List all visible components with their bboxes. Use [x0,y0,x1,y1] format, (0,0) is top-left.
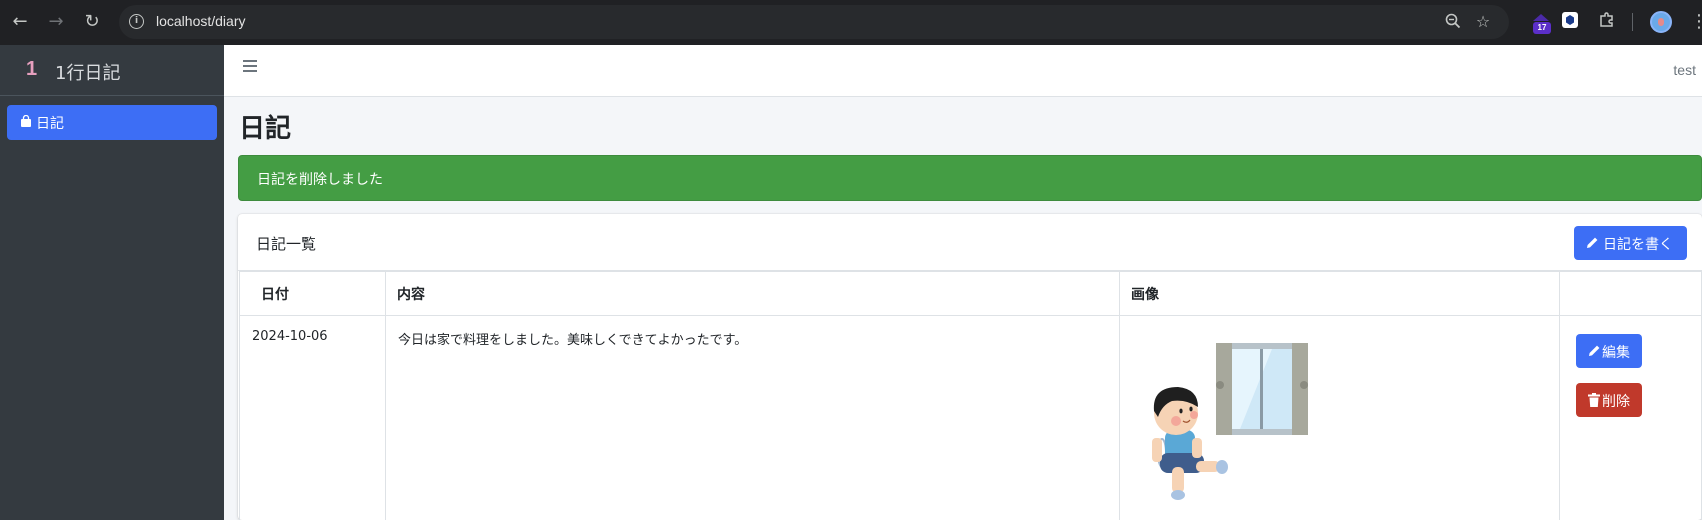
bookmark-star-icon[interactable]: ☆ [1474,13,1492,31]
diary-date: 2024-10-06 [239,315,386,520]
write-diary-button[interactable]: 日記を書く [1574,226,1687,260]
table-header-row: 日付 内容 画像 [239,271,1702,316]
alert-message: 日記を削除しました [257,172,383,188]
column-header-actions [1559,271,1702,316]
sidebar-item-diary[interactable]: 日記 [7,105,217,140]
edit-button[interactable]: 編集 [1576,334,1642,368]
success-alert: 日記を削除しました [238,155,1702,201]
diary-content: 今日は家で料理をしました。美味しくできてよかったです。 [385,315,1120,520]
extensions-puzzle-icon[interactable] [1598,11,1618,31]
sidebar-item-label: 日記 [36,116,64,132]
user-name[interactable]: test [1673,62,1696,78]
delete-label: 削除 [1602,394,1630,410]
forward-arrow-icon[interactable]: → [44,10,68,34]
address-bar[interactable]: i localhost/diary ☆ [119,5,1509,39]
pencil-icon [1587,237,1598,248]
boy-by-window-illustration [1152,343,1308,500]
brand-text: 1行日記 [55,63,121,84]
diary-table: 日付 内容 画像 2024-10-06 今日は家で料理をしました。美味しくできて… [239,271,1702,520]
column-header-content: 内容 [385,271,1120,316]
column-header-image: 画像 [1119,271,1560,316]
top-navbar: test [224,45,1702,97]
url-text[interactable]: localhost/diary [156,13,246,29]
diary-list-card: 日記一覧 日記を書く 日付 内容 画像 2024-10-06 今日は家で料理をし… [238,214,1702,520]
reload-icon[interactable]: ↻ [80,10,104,34]
extension-badge: 17 [1533,22,1551,34]
brand-link[interactable]: 1 1行日記 [0,45,224,96]
edit-label: 編集 [1602,345,1630,361]
zoom-icon[interactable] [1444,13,1462,31]
diary-image-cell [1119,315,1560,520]
card-title: 日記一覧 [256,235,317,253]
browser-toolbar: ← → ↻ i localhost/diary ☆ 17 ⋮ [0,0,1702,45]
column-header-date: 日付 [239,271,386,316]
back-arrow-icon[interactable]: ← [8,10,32,34]
card-header: 日記一覧 日記を書く [238,214,1702,271]
page-title: 日記 [239,114,292,144]
write-diary-label: 日記を書く [1603,237,1673,253]
brand-logo: 1 [26,58,38,80]
pencil-icon [1589,345,1600,356]
hamburger-menu-icon[interactable] [243,59,259,73]
profile-avatar[interactable] [1650,11,1672,33]
site-info-icon[interactable]: i [129,14,144,29]
sidebar: 1 1行日記 日記 [0,45,224,520]
table-row: 2024-10-06 今日は家で料理をしました。美味しくできてよかったです。 [239,315,1702,520]
delete-button[interactable]: 削除 [1576,383,1642,417]
toolbar-divider [1632,13,1633,31]
shopping-bag-icon [21,115,31,127]
extension-cube-icon[interactable] [1561,11,1581,31]
trash-icon [1588,393,1600,407]
diary-image [1132,335,1312,505]
more-menu-icon[interactable]: ⋮ [1690,12,1702,32]
